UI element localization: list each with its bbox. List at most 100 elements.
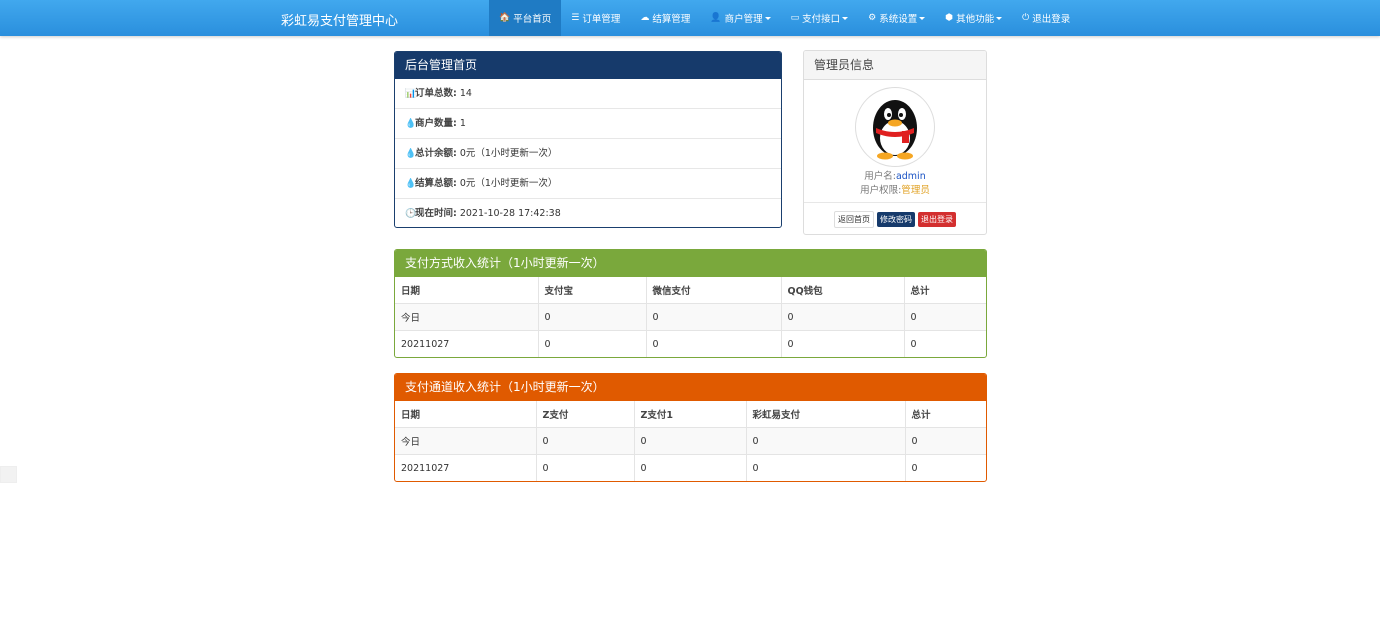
admin-actions: 返回首页 修改密码 退出登录 bbox=[804, 202, 986, 234]
nav-label: 商户管理 bbox=[724, 14, 763, 25]
column-header: 彩虹易支付 bbox=[746, 401, 906, 428]
table-cell: 0 bbox=[746, 427, 906, 455]
table-cell: 20211027 bbox=[395, 330, 539, 357]
table-cell: 0 bbox=[536, 427, 635, 455]
stat-label: 结算总额: bbox=[415, 178, 457, 189]
column-header: 总计 bbox=[911, 410, 931, 421]
nav-item-home[interactable]: 🏠 平台首页 bbox=[489, 0, 562, 36]
power-icon: ⏻ bbox=[1022, 13, 1030, 23]
table-cell: 0 bbox=[646, 330, 782, 357]
stat-row-settlement: 💧结算总额: 0元（1小时更新一次） bbox=[395, 168, 781, 198]
stat-label: 订单总数: bbox=[415, 88, 457, 99]
column-header: Z支付 bbox=[536, 401, 635, 428]
table-cell: 今日 bbox=[395, 303, 539, 331]
admin-panel-title: 管理员信息 bbox=[804, 51, 986, 80]
username-label: 用户名: bbox=[864, 171, 896, 182]
table-cell: 0 bbox=[536, 454, 635, 481]
column-header: QQ钱包 bbox=[781, 277, 905, 304]
user-icon: 👤 bbox=[710, 13, 722, 23]
table-cell: 0 bbox=[905, 427, 986, 455]
gear-icon: ⚙ bbox=[868, 13, 877, 23]
table-cell: 今日 bbox=[395, 427, 537, 455]
overview-title: 后台管理首页 bbox=[395, 52, 781, 79]
table-cell: 0 bbox=[905, 454, 986, 481]
top-navbar: 彩虹易支付管理中心 🏠 平台首页 ☰ 订单管理 ☁ 结算管理 👤 商户管理 ▭ 支付接口 … bbox=[0, 0, 1380, 36]
table-row: 20211027 0 0 0 0 bbox=[395, 330, 986, 357]
column-header: 支付宝 bbox=[538, 277, 647, 304]
change-password-button[interactable]: 修改密码 bbox=[877, 211, 915, 227]
stat-value: 1 bbox=[459, 118, 466, 129]
username-value: admin bbox=[895, 171, 926, 182]
table-cell: 0 bbox=[781, 303, 905, 331]
pay-method-panel: 支付方式收入统计（1小时更新一次） 日期 支付宝 微信支付 QQ钱包 总计 今日… bbox=[394, 249, 987, 358]
nav-item-settlement[interactable]: ☁ 结算管理 bbox=[630, 0, 700, 36]
stat-row-orders: 📊订单总数: 14 bbox=[395, 79, 781, 108]
nav-item-payment-api[interactable]: ▭ 支付接口 bbox=[781, 0, 859, 36]
table-cell: 0 bbox=[634, 427, 747, 455]
caret-down-icon bbox=[764, 16, 771, 20]
role-value: 管理员 bbox=[901, 185, 930, 196]
nav-item-other[interactable]: ⬢ 其他功能 bbox=[935, 0, 1012, 36]
overview-panel: 后台管理首页 📊订单总数: 14 💧商户数量: 1 💧总计余额: 0元（1小时更… bbox=[394, 51, 782, 228]
nav-label: 退出登录 bbox=[1032, 14, 1071, 25]
role-line: 用户权限:管理员 bbox=[804, 182, 986, 196]
bar-chart-icon: 📊 bbox=[405, 89, 417, 99]
nav-label: 平台首页 bbox=[513, 14, 552, 25]
nav-item-logout[interactable]: ⏻ 退出登录 bbox=[1012, 0, 1080, 36]
admin-panel: 管理员信息 用户名:admin 用户权限:管理员 返回首页 修改密码 退出登录 bbox=[803, 50, 987, 235]
nav-label: 结算管理 bbox=[652, 14, 691, 25]
logout-button[interactable]: 退出登录 bbox=[918, 211, 956, 227]
stat-label: 商户数量: bbox=[415, 118, 457, 129]
table-cell: 0 bbox=[634, 454, 747, 481]
nav-label: 订单管理 bbox=[582, 14, 621, 25]
floating-widget[interactable] bbox=[0, 466, 17, 483]
cube-icon: ⬢ bbox=[945, 13, 954, 23]
stat-value: 0元（1小时更新一次） bbox=[459, 148, 558, 159]
table-row: 20211027 0 0 0 0 bbox=[395, 454, 986, 481]
avatar bbox=[855, 87, 935, 167]
column-header: 日期 bbox=[395, 277, 539, 304]
stat-row-time: 🕒现在时间: 2021-10-28 17:42:38 bbox=[395, 198, 781, 227]
column-header: 日期 bbox=[395, 401, 537, 428]
stat-row-merchants: 💧商户数量: 1 bbox=[395, 108, 781, 138]
cloud-icon: ☁ bbox=[640, 13, 650, 23]
table-cell: 20211027 bbox=[395, 454, 537, 481]
nav-label: 支付接口 bbox=[802, 14, 841, 25]
stat-label: 现在时间: bbox=[415, 208, 457, 219]
pay-channel-table: 日期 Z支付 Z支付1 彩虹易支付 总计 今日 0 0 0 0 20211027… bbox=[395, 401, 986, 481]
pay-channel-panel: 支付通道收入统计（1小时更新一次） 日期 Z支付 Z支付1 彩虹易支付 总计 今… bbox=[394, 373, 987, 482]
nav-item-system-settings[interactable]: ⚙ 系统设置 bbox=[858, 0, 935, 36]
caret-down-icon bbox=[996, 16, 1003, 20]
table-row: 今日 0 0 0 0 bbox=[395, 427, 986, 455]
list-icon: ☰ bbox=[571, 13, 580, 23]
stat-value: 0元（1小时更新一次） bbox=[459, 178, 558, 189]
caret-down-icon bbox=[842, 16, 849, 20]
nav-item-orders[interactable]: ☰ 订单管理 bbox=[561, 0, 630, 36]
stat-label: 总计余额: bbox=[415, 148, 457, 159]
clock-icon: 🕒 bbox=[405, 209, 417, 219]
tint-icon: 💧 bbox=[405, 179, 417, 189]
role-label: 用户权限: bbox=[860, 185, 902, 196]
column-header: Z支付1 bbox=[634, 401, 747, 428]
pay-channel-title: 支付通道收入统计（1小时更新一次） bbox=[395, 374, 986, 401]
table-header-row: 日期 支付宝 微信支付 QQ钱包 总计 bbox=[395, 277, 986, 304]
table-header-row: 日期 Z支付 Z支付1 彩虹易支付 总计 bbox=[395, 401, 986, 428]
nav-label: 系统设置 bbox=[879, 14, 918, 25]
tint-icon: 💧 bbox=[405, 149, 417, 159]
table-cell: 0 bbox=[538, 303, 647, 331]
stat-value: 2021-10-28 17:42:38 bbox=[459, 208, 561, 219]
tint-icon: 💧 bbox=[405, 119, 417, 129]
pay-method-table: 日期 支付宝 微信支付 QQ钱包 总计 今日 0 0 0 0 20211027 … bbox=[395, 277, 986, 357]
nav-item-merchants[interactable]: 👤 商户管理 bbox=[700, 0, 780, 36]
table-cell: 0 bbox=[781, 330, 905, 357]
column-header: 总计 bbox=[910, 286, 930, 297]
table-cell: 0 bbox=[746, 454, 906, 481]
pay-method-title: 支付方式收入统计（1小时更新一次） bbox=[395, 250, 986, 277]
username-line: 用户名:admin bbox=[804, 168, 986, 182]
credit-card-icon: ▭ bbox=[790, 13, 800, 23]
table-cell: 0 bbox=[904, 330, 986, 357]
back-home-button[interactable]: 返回首页 bbox=[834, 210, 874, 228]
stat-value: 14 bbox=[459, 88, 472, 99]
brand-title[interactable]: 彩虹易支付管理中心 bbox=[281, 10, 398, 29]
main-nav: 🏠 平台首页 ☰ 订单管理 ☁ 结算管理 👤 商户管理 ▭ 支付接口 ⚙ 系统设置 ⬢ 其他功… bbox=[489, 0, 1080, 36]
